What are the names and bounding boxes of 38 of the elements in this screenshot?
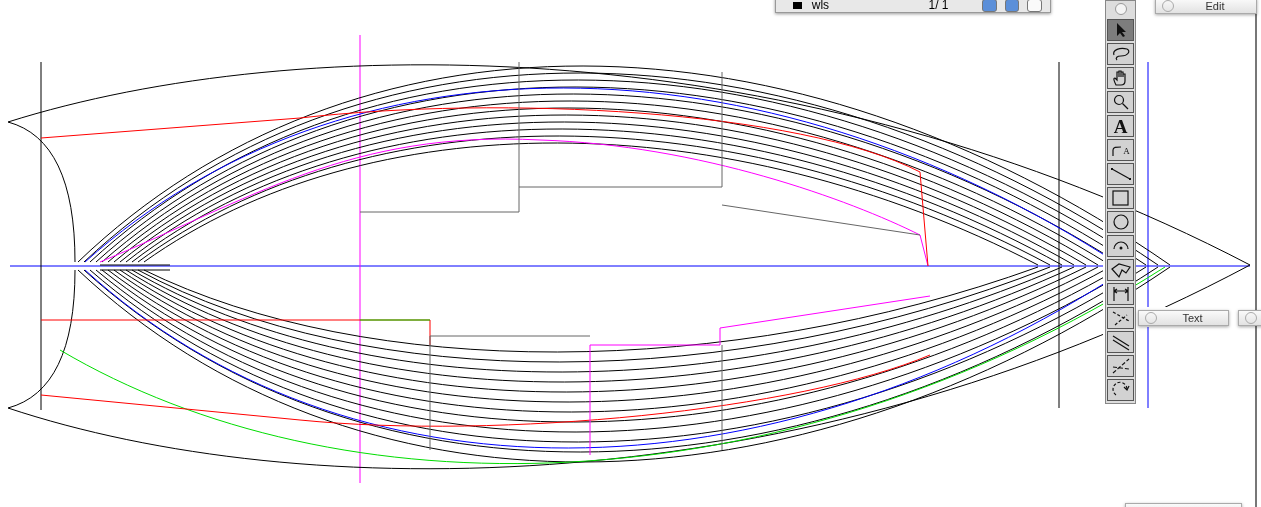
tool-button[interactable] [1107, 283, 1134, 305]
parallel-lines-icon [1110, 333, 1131, 351]
page-count: 1/ 1 [928, 0, 950, 12]
tool-button[interactable] [1107, 163, 1134, 185]
crossing-lines-icon [1110, 309, 1131, 327]
tool-button[interactable] [1107, 67, 1134, 89]
tool-button[interactable] [1107, 307, 1134, 329]
tool-button[interactable]: A [1107, 139, 1134, 161]
line-icon [1109, 166, 1132, 182]
layer-toggle[interactable] [1004, 0, 1020, 12]
rectangle-icon [1110, 189, 1131, 207]
palette-title-bar[interactable]: Text [1138, 310, 1229, 326]
palette-title-bar[interactable]: Edit [1155, 0, 1257, 14]
tool-button[interactable] [1107, 331, 1134, 353]
layer-name: wls [811, 0, 831, 12]
layer-toggle[interactable] [982, 0, 997, 12]
palette-title: Text [1181, 312, 1204, 324]
tool-button[interactable]: A [1107, 115, 1134, 137]
dimension-icon [1110, 285, 1131, 303]
tool-button[interactable] [1107, 379, 1134, 401]
circle-icon [1110, 213, 1131, 231]
tool-button[interactable] [1107, 43, 1134, 65]
trim-icon [1110, 357, 1131, 375]
layer-color-swatch [793, 1, 802, 9]
text-tool-label: A [1113, 116, 1128, 136]
tool-button[interactable] [1107, 91, 1134, 113]
polygon-icon [1109, 261, 1132, 279]
tool-button[interactable] [1107, 355, 1134, 377]
tool-button[interactable] [1107, 187, 1134, 209]
tool-button[interactable] [1107, 211, 1134, 233]
magnifier-icon [1112, 94, 1129, 110]
palette-title: Edit [1204, 0, 1226, 12]
lasso-icon [1110, 46, 1131, 62]
tool-button[interactable] [1107, 259, 1134, 281]
tool-button[interactable] [1107, 235, 1134, 257]
text-path-label: A [1123, 147, 1130, 156]
curve-icon [1111, 144, 1124, 156]
layer-toggle[interactable] [1027, 0, 1042, 12]
